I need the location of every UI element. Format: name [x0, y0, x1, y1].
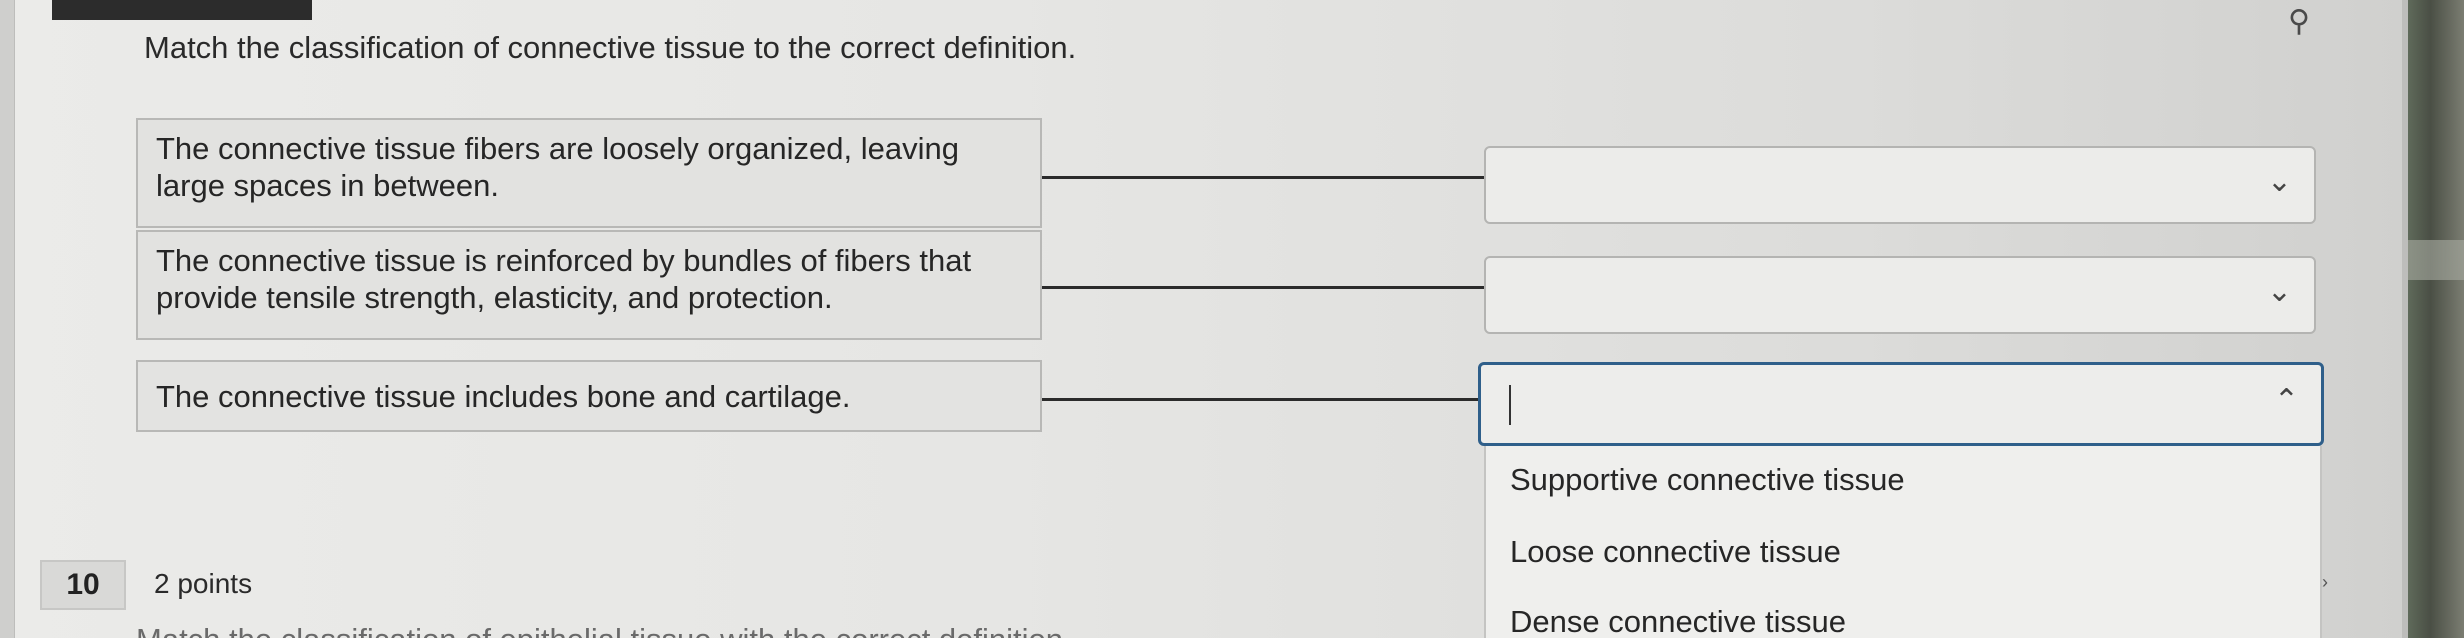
dropdown-listbox: Supportive connective tissue Loose conne… [1484, 446, 2322, 638]
answer-select-1[interactable]: ⌄ [1484, 146, 2316, 224]
question-number: 10 [40, 560, 126, 610]
option-supportive[interactable]: Supportive connective tissue [1510, 462, 1905, 498]
text-caret [1509, 385, 1511, 425]
chevron-down-icon: ⌄ [2266, 275, 2292, 308]
next-question-prompt: Match the classification of epithelial t… [136, 622, 1072, 638]
connector-line-2 [1042, 286, 1484, 289]
connector-line-3 [1042, 398, 1478, 401]
left-frame [0, 0, 15, 638]
option-dense[interactable]: Dense connective tissue [1510, 604, 1846, 638]
option-loose[interactable]: Loose connective tissue [1510, 534, 1841, 570]
scroll-arrow-icon[interactable]: › [2322, 572, 2328, 593]
chevron-up-icon: ⌃ [2273, 384, 2299, 417]
question-prompt: Match the classification of connective t… [144, 30, 1077, 65]
question-points: 2 points [154, 568, 253, 599]
definition-1: The connective tissue fibers are loosely… [136, 118, 1042, 228]
answer-select-2[interactable]: ⌄ [1484, 256, 2316, 334]
connector-line-1 [1042, 176, 1484, 179]
background-edge [2408, 0, 2464, 638]
top-toolbar-fragment [52, 0, 312, 20]
answer-select-3[interactable]: ⌃ [1478, 362, 2324, 446]
definition-2: The connective tissue is reinforced by b… [136, 230, 1042, 340]
pin-icon[interactable]: ⚲ [2288, 4, 2310, 39]
definition-3: The connective tissue includes bone and … [136, 360, 1042, 432]
quiz-screen: Match the classification of connective t… [0, 0, 2464, 638]
chevron-down-icon: ⌄ [2266, 165, 2292, 198]
